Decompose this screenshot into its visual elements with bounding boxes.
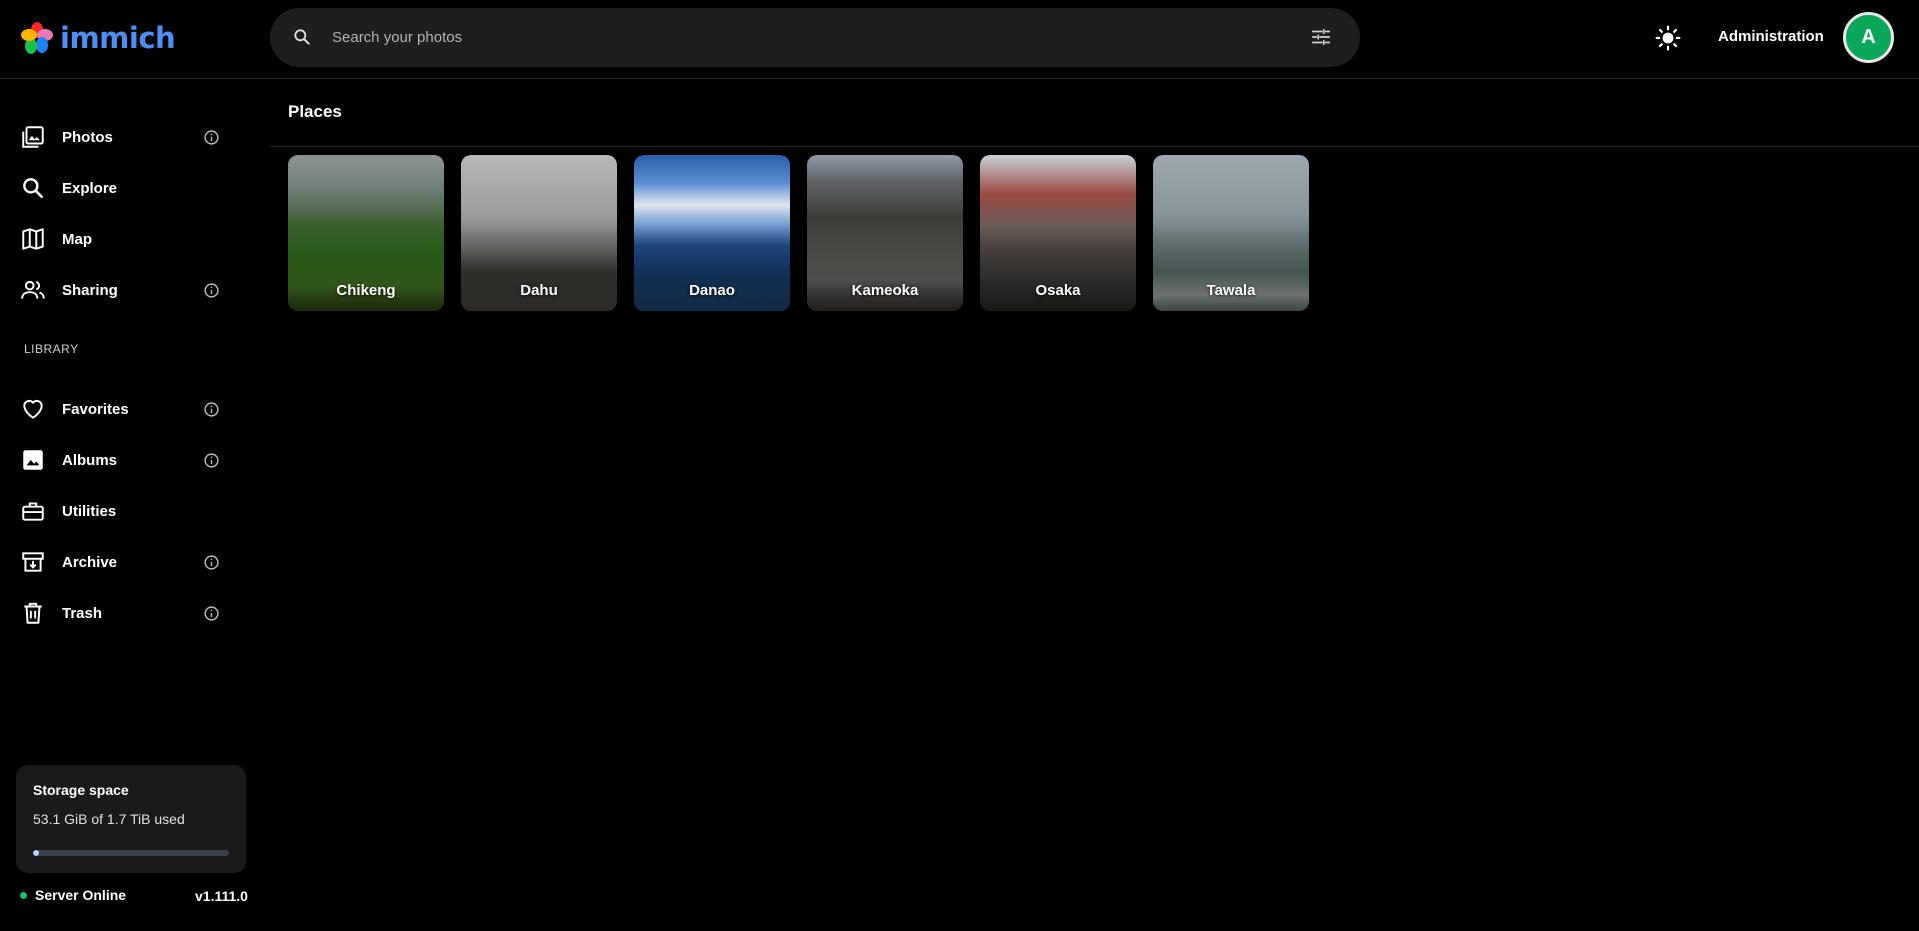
server-status-text: Server Online [35, 887, 127, 903]
info-icon[interactable] [203, 282, 220, 299]
storage-title: Storage space [33, 782, 129, 798]
place-card-kameoka[interactable]: Kameoka [807, 155, 963, 311]
map-icon [22, 228, 44, 250]
storage-used-text: 53.1 GiB of 1.7 TiB used [33, 811, 185, 827]
server-status-dot-icon [20, 891, 27, 899]
sidebar-item-label: Explore [62, 179, 118, 197]
storage-progress-fill [33, 850, 39, 856]
search-input[interactable] [332, 22, 1232, 52]
storage-progress-bar [33, 850, 229, 856]
place-card-danao[interactable]: Danao [634, 155, 790, 311]
storage-panel: Storage space 53.1 GiB of 1.7 TiB used [16, 765, 246, 873]
server-status: Server Online [20, 887, 126, 903]
sidebar-item-label: Favorites [62, 400, 129, 418]
immich-logo-icon [21, 22, 53, 54]
search-icon[interactable] [292, 27, 312, 47]
sidebar-item-label: Utilities [62, 502, 117, 520]
page-title: Places [288, 102, 342, 121]
top-bar: immich Administration A [0, 0, 1919, 79]
theme-toggle-icon[interactable] [1655, 25, 1681, 51]
info-icon[interactable] [203, 554, 220, 571]
place-label: Kameoka [851, 282, 919, 299]
sidebar-item-photos[interactable]: Photos [0, 114, 240, 160]
info-icon[interactable] [203, 605, 220, 622]
server-version[interactable]: v1.111.0 [195, 888, 248, 904]
sidebar-item-sharing[interactable]: Sharing [0, 267, 240, 313]
library-section-label: LIBRARY [24, 342, 79, 356]
place-card-dahu[interactable]: Dahu [461, 155, 617, 311]
sidebar-item-label: Archive [62, 553, 118, 571]
sidebar-item-favorites[interactable]: Favorites [0, 386, 240, 432]
administration-link[interactable]: Administration [1718, 28, 1824, 45]
app-name: immich [60, 21, 176, 55]
place-card-osaka[interactable]: Osaka [980, 155, 1136, 311]
search-filter-icon[interactable] [1310, 26, 1332, 48]
toolbox-icon [22, 502, 44, 521]
place-label: Dahu [520, 282, 558, 299]
search-icon [23, 178, 43, 198]
info-icon[interactable] [203, 401, 220, 418]
sharing-icon [21, 280, 45, 299]
sidebar-item-map[interactable]: Map [0, 216, 240, 262]
sidebar-item-label: Sharing [62, 281, 118, 299]
place-label: Osaka [1035, 282, 1081, 299]
avatar-initial: A [1861, 26, 1876, 48]
sidebar-item-archive[interactable]: Archive [0, 539, 240, 585]
info-icon[interactable] [203, 129, 220, 146]
sidebar: Photos Explore Map Sharing LIBRARY Favor… [0, 80, 260, 931]
photos-icon [22, 126, 44, 148]
archive-icon [22, 552, 44, 572]
places-grid: Chikeng Dahu Danao Kameoka Osaka Tawala [288, 155, 1309, 311]
title-divider [270, 146, 1919, 147]
place-card-chikeng[interactable]: Chikeng [288, 155, 444, 311]
albums-icon [23, 450, 43, 470]
place-label: Chikeng [336, 282, 396, 299]
user-avatar[interactable]: A [1843, 12, 1894, 63]
sidebar-item-label: Trash [62, 604, 103, 622]
app-logo[interactable]: immich [20, 20, 176, 56]
heart-icon [23, 399, 43, 419]
sidebar-item-label: Photos [62, 128, 113, 146]
sidebar-item-utilities[interactable]: Utilities [0, 488, 240, 534]
sidebar-item-explore[interactable]: Explore [0, 165, 240, 211]
place-label: Danao [689, 282, 735, 299]
info-icon[interactable] [203, 452, 220, 469]
sidebar-item-trash[interactable]: Trash [0, 590, 240, 636]
place-label: Tawala [1206, 282, 1256, 299]
place-card-tawala[interactable]: Tawala [1153, 155, 1309, 311]
sidebar-item-label: Albums [62, 451, 118, 469]
trash-icon [24, 602, 42, 624]
sidebar-item-label: Map [62, 230, 92, 248]
search-bar[interactable] [270, 8, 1360, 67]
sidebar-item-albums[interactable]: Albums [0, 437, 240, 483]
